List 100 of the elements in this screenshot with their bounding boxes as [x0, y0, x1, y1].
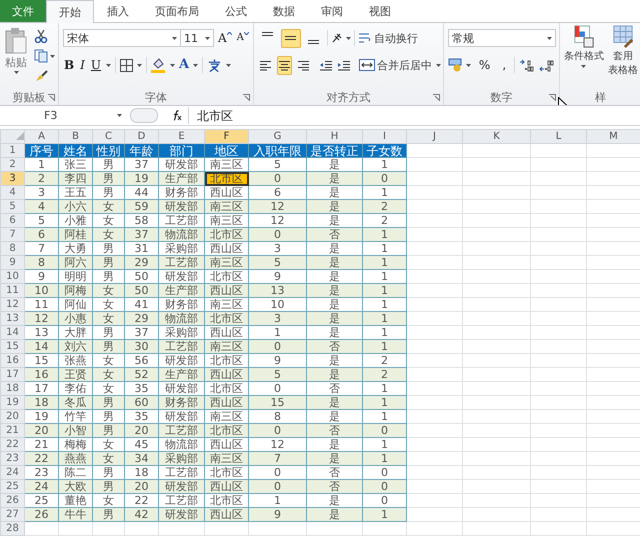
column-header[interactable]: E	[158, 130, 204, 144]
align-center-button[interactable]	[276, 56, 292, 74]
row-header[interactable]: 26	[0, 494, 24, 508]
caret-icon[interactable]	[50, 54, 55, 58]
grow-font-button[interactable]: A	[217, 31, 233, 45]
row-header[interactable]: 28	[0, 522, 24, 536]
ribbon-tab[interactable]: 开始	[46, 0, 94, 23]
column-header[interactable]: A	[24, 130, 58, 144]
format-as-table-button[interactable]: 套用	[612, 51, 633, 63]
decrease-indent-icon[interactable]	[318, 60, 333, 70]
shrink-font-button[interactable]: A	[236, 31, 250, 45]
column-header[interactable]: J	[406, 130, 462, 144]
caret-icon[interactable]	[466, 64, 471, 66]
phonetic-icon[interactable]	[207, 58, 222, 72]
row-header[interactable]: 18	[0, 382, 24, 396]
dialog-launcher-icon[interactable]	[548, 94, 556, 101]
paste-button[interactable]: 粘贴	[5, 56, 27, 69]
percent-style-button[interactable]: %	[474, 58, 494, 72]
merge-center-button[interactable]: 合并后居中	[358, 58, 432, 72]
row-header[interactable]: 5	[0, 200, 24, 214]
caret-icon[interactable]	[546, 36, 552, 40]
cut-icon[interactable]	[34, 29, 48, 43]
font-name-dropdown[interactable]: 宋体	[63, 29, 181, 47]
row-header[interactable]: 11	[0, 284, 24, 298]
align-middle-button[interactable]	[280, 28, 301, 48]
row-header[interactable]: 19	[0, 396, 24, 410]
format-as-table-button[interactable]: 表格格	[608, 65, 638, 77]
increase-indent-icon[interactable]	[336, 60, 351, 70]
column-header[interactable]: L	[530, 130, 586, 144]
row-header[interactable]: 22	[0, 438, 24, 452]
ribbon-tab[interactable]: 视图	[356, 0, 404, 22]
caret-icon[interactable]	[193, 64, 198, 66]
italic-button[interactable]: I	[79, 58, 86, 72]
column-header[interactable]: C	[92, 130, 124, 144]
row-header[interactable]: 3	[0, 172, 24, 186]
column-header[interactable]: B	[58, 130, 92, 144]
name-box[interactable]: F3	[0, 107, 126, 124]
caret-icon[interactable]	[117, 114, 122, 117]
bold-button[interactable]: B	[63, 58, 76, 72]
file-tab[interactable]: 文件	[0, 0, 46, 22]
caret-icon[interactable]	[226, 64, 232, 66]
orientation-icon[interactable]	[330, 32, 343, 44]
column-header[interactable]: F	[204, 130, 248, 144]
number-format-dropdown[interactable]: 常规	[448, 29, 556, 47]
row-header[interactable]: 17	[0, 368, 24, 382]
row-header[interactable]: 15	[0, 340, 24, 354]
row-header[interactable]: 27	[0, 508, 24, 522]
caret-icon[interactable]	[205, 36, 210, 40]
row-header[interactable]: 16	[0, 354, 24, 368]
row-header[interactable]: 12	[0, 298, 24, 312]
row-header[interactable]: 20	[0, 410, 24, 424]
ribbon-tab[interactable]: 插入	[94, 0, 142, 22]
caret-icon[interactable]	[436, 64, 441, 66]
formula-input[interactable]: 北市区	[189, 108, 233, 122]
conditional-formatting-icon[interactable]	[572, 25, 595, 49]
ribbon-tab[interactable]: 数据	[260, 0, 308, 22]
caret-icon[interactable]	[137, 64, 142, 66]
column-header[interactable]: K	[462, 130, 530, 144]
caret-icon[interactable]	[170, 64, 176, 66]
ribbon-tab[interactable]: 页面布局	[142, 0, 212, 22]
dialog-launcher-icon[interactable]	[432, 94, 440, 101]
dialog-launcher-icon[interactable]	[48, 94, 55, 101]
fill-color-icon[interactable]	[151, 58, 166, 72]
row-header[interactable]: 13	[0, 312, 24, 326]
row-header[interactable]: 10	[0, 270, 24, 284]
table-format-icon[interactable]	[612, 25, 634, 49]
ribbon-tab[interactable]: 审阅	[308, 0, 356, 22]
ribbon-tab[interactable]: 公式	[212, 0, 260, 22]
row-header[interactable]: 21	[0, 424, 24, 438]
clipboard-icon[interactable]	[4, 27, 28, 54]
font-size-dropdown[interactable]: 11	[180, 29, 214, 47]
format-painter-icon[interactable]	[34, 69, 48, 83]
row-header[interactable]: 1	[0, 144, 24, 158]
font-color-button[interactable]: A	[179, 58, 190, 72]
caret-icon[interactable]	[346, 36, 351, 40]
column-header[interactable]: M	[586, 130, 640, 144]
column-header[interactable]: I	[362, 130, 406, 144]
row-header[interactable]: 24	[0, 466, 24, 480]
row-header[interactable]: 7	[0, 228, 24, 242]
column-header[interactable]: G	[248, 130, 306, 144]
row-header[interactable]: 23	[0, 452, 24, 466]
copy-icon[interactable]	[34, 49, 48, 63]
conditional-formatting-button[interactable]: 条件格式	[564, 51, 604, 63]
row-header[interactable]: 6	[0, 214, 24, 228]
column-header[interactable]: H	[306, 130, 362, 144]
decrease-decimal-icon[interactable]	[539, 58, 556, 72]
column-header[interactable]: D	[124, 130, 158, 144]
currency-icon[interactable]	[448, 58, 462, 72]
row-header[interactable]: 25	[0, 480, 24, 494]
row-header[interactable]: 2	[0, 158, 24, 172]
caret-icon[interactable]	[581, 65, 586, 68]
row-header[interactable]: 9	[0, 256, 24, 270]
borders-icon[interactable]	[120, 58, 134, 72]
caret-icon[interactable]	[14, 71, 18, 74]
row-header[interactable]: 8	[0, 242, 24, 256]
row-header[interactable]: 4	[0, 186, 24, 200]
dialog-launcher-icon[interactable]	[242, 94, 250, 101]
wrap-text-button[interactable]: 自动换行	[358, 32, 418, 44]
caret-icon[interactable]	[106, 64, 112, 66]
comma-style-button[interactable]: ,	[498, 58, 510, 72]
